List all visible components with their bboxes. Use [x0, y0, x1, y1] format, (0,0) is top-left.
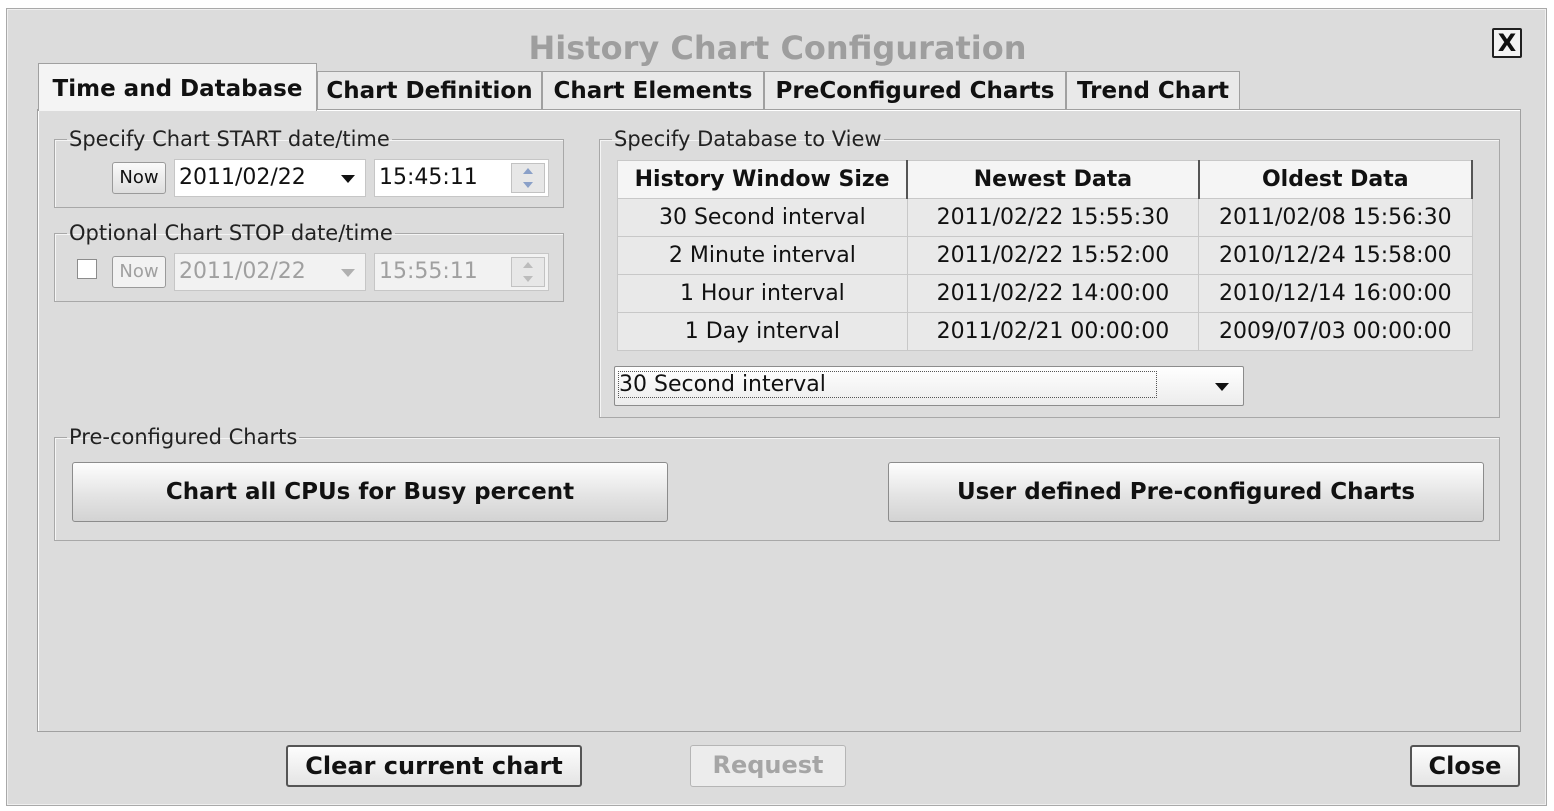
start-now-button[interactable]: Now	[112, 162, 166, 194]
database-group-legend: Specify Database to View	[614, 127, 882, 151]
stop-now-button[interactable]: Now	[112, 256, 166, 288]
spin-down-icon[interactable]	[523, 276, 533, 282]
stop-time-value: 15:55:11	[379, 259, 478, 284]
chart-all-cpus-button[interactable]: Chart all CPUs for Busy percent	[72, 462, 668, 522]
table-row[interactable]: 1 Hour interval 2011/02/22 14:00:00 2010…	[617, 274, 1473, 313]
chevron-down-icon	[1215, 383, 1229, 391]
start-date-value: 2011/02/22	[179, 165, 306, 190]
table-cell: 2011/02/22 15:52:00	[906, 236, 1200, 275]
spin-up-icon[interactable]	[523, 262, 533, 268]
stop-group-legend: Optional Chart STOP date/time	[69, 221, 393, 245]
spin-down-icon[interactable]	[523, 182, 533, 188]
tab-chart-definition[interactable]: Chart Definition	[317, 71, 542, 110]
table-cell: 2010/12/14 16:00:00	[1198, 274, 1473, 313]
stop-date-dropdown[interactable]: 2011/02/22	[174, 253, 366, 291]
stop-time-spinner[interactable]	[511, 257, 545, 287]
table-cell: 1 Hour interval	[617, 274, 908, 313]
table-cell: 1 Day interval	[617, 312, 908, 351]
table-cell: 30 Second interval	[617, 198, 908, 237]
interval-select-value: 30 Second interval	[618, 371, 1157, 398]
tab-time-and-database[interactable]: Time and Database	[38, 63, 317, 111]
table-cell: 2011/02/22 15:55:30	[906, 198, 1200, 237]
stop-enable-checkbox[interactable]	[77, 259, 97, 279]
column-header[interactable]: Oldest Data	[1198, 160, 1474, 199]
start-group-legend: Specify Chart START date/time	[69, 127, 390, 151]
start-date-dropdown[interactable]: 2011/02/22	[174, 159, 366, 197]
table-cell: 2011/02/08 15:56:30	[1198, 198, 1473, 237]
table-row[interactable]: 30 Second interval 2011/02/22 15:55:30 2…	[617, 198, 1473, 237]
user-defined-charts-button[interactable]: User defined Pre-configured Charts	[888, 462, 1484, 522]
chevron-down-icon	[341, 175, 355, 183]
start-time-spinner[interactable]	[511, 163, 545, 193]
column-header[interactable]: History Window Size	[617, 160, 909, 199]
clear-current-chart-button[interactable]: Clear current chart	[286, 745, 582, 787]
close-x-button[interactable]: X	[1492, 28, 1522, 58]
history-window-table: History Window Size Newest Data Oldest D…	[617, 160, 1474, 351]
preconfigured-group-legend: Pre-configured Charts	[69, 425, 298, 449]
column-header[interactable]: Newest Data	[906, 160, 1200, 199]
spin-up-icon[interactable]	[523, 168, 533, 174]
tab-chart-elements[interactable]: Chart Elements	[542, 71, 764, 110]
dialog-title: History Chart Configuration	[528, 29, 1027, 67]
close-button[interactable]: Close	[1410, 745, 1520, 787]
table-cell: 2010/12/24 15:58:00	[1198, 236, 1473, 275]
tab-preconfigured-charts[interactable]: PreConfigured Charts	[764, 71, 1066, 110]
tab-trend-chart[interactable]: Trend Chart	[1066, 71, 1240, 110]
interval-select[interactable]: 30 Second interval	[614, 366, 1244, 406]
start-time-input[interactable]: 15:45:11	[374, 159, 549, 197]
table-header-row: History Window Size Newest Data Oldest D…	[617, 160, 1474, 199]
stop-time-input[interactable]: 15:55:11	[374, 253, 549, 291]
request-button[interactable]: Request	[690, 745, 846, 787]
chevron-down-icon	[341, 269, 355, 277]
table-cell: 2011/02/22 14:00:00	[906, 274, 1200, 313]
table-row[interactable]: 2 Minute interval 2011/02/22 15:52:00 20…	[617, 236, 1473, 275]
table-cell: 2011/02/21 00:00:00	[906, 312, 1200, 351]
stop-date-value: 2011/02/22	[179, 259, 306, 284]
start-time-value: 15:45:11	[379, 165, 478, 190]
table-cell: 2 Minute interval	[617, 236, 908, 275]
table-row[interactable]: 1 Day interval 2011/02/21 00:00:00 2009/…	[617, 312, 1473, 351]
table-cell: 2009/07/03 00:00:00	[1198, 312, 1473, 351]
